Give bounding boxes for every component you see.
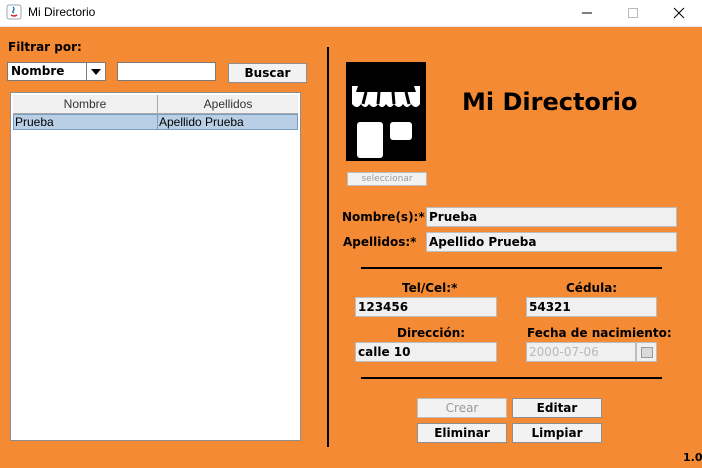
nombre-label: Nombre(s):* — [342, 210, 425, 224]
table-header: Nombre Apellidos — [13, 95, 298, 114]
fecha-nacimiento-label: Fecha de nacimiento: — [527, 326, 672, 340]
cedula-label: Cédula: — [566, 281, 618, 295]
cell-apellidos: Apellido Prueba — [159, 115, 244, 129]
vertical-divider — [327, 47, 329, 447]
column-header-nombre[interactable]: Nombre — [13, 95, 158, 113]
search-button[interactable]: Buscar — [228, 63, 307, 83]
maximize-icon — [628, 8, 638, 18]
version-label: 1.0 — [683, 451, 702, 464]
tel-field[interactable]: 123456 — [355, 297, 497, 317]
direccion-label: Dirección: — [397, 326, 466, 340]
minimize-button[interactable] — [564, 0, 610, 26]
page-title: Mi Directorio — [462, 88, 638, 116]
editar-button[interactable]: Editar — [512, 398, 602, 418]
close-button[interactable] — [656, 0, 702, 26]
maximize-button[interactable] — [610, 0, 656, 26]
divider — [361, 377, 662, 379]
apellidos-label: Apellidos:* — [343, 235, 417, 249]
limpiar-button[interactable]: Limpiar — [512, 423, 602, 443]
select-image-button[interactable]: seleccionar — [347, 172, 427, 186]
search-input[interactable] — [117, 62, 216, 81]
cedula-field[interactable]: 54321 — [526, 297, 657, 317]
tel-label: Tel/Cel:* — [402, 281, 458, 295]
java-app-icon — [6, 4, 22, 20]
fecha-nacimiento-field: 2000-07-06 — [526, 342, 636, 362]
chevron-down-icon — [91, 69, 101, 75]
eliminar-button[interactable]: Eliminar — [417, 423, 507, 443]
cell-nombre: Prueba — [15, 115, 158, 129]
window-title: Mi Directorio — [28, 5, 96, 19]
filter-label: Filtrar por: — [8, 40, 82, 54]
nombre-field[interactable]: Prueba — [426, 207, 677, 227]
divider — [361, 267, 662, 269]
title-bar: Mi Directorio — [0, 0, 702, 27]
date-picker-button[interactable] — [636, 342, 657, 362]
filter-dropdown-arrow[interactable] — [86, 63, 105, 80]
filter-dropdown-value: Nombre — [11, 64, 65, 78]
direccion-field[interactable]: calle 10 — [355, 342, 497, 362]
crear-button[interactable]: Crear — [417, 398, 507, 418]
contact-photo — [346, 62, 426, 161]
close-icon — [673, 7, 685, 19]
minimize-icon — [582, 12, 592, 14]
store-icon — [346, 62, 426, 161]
table-row[interactable]: Prueba Apellido Prueba — [13, 114, 298, 130]
apellidos-field[interactable]: Apellido Prueba — [426, 232, 677, 252]
contacts-table[interactable]: Nombre Apellidos Prueba Apellido Prueba — [10, 92, 301, 441]
calendar-icon — [641, 347, 653, 358]
filter-dropdown[interactable]: Nombre — [7, 62, 106, 81]
column-header-apellidos[interactable]: Apellidos — [158, 95, 298, 113]
